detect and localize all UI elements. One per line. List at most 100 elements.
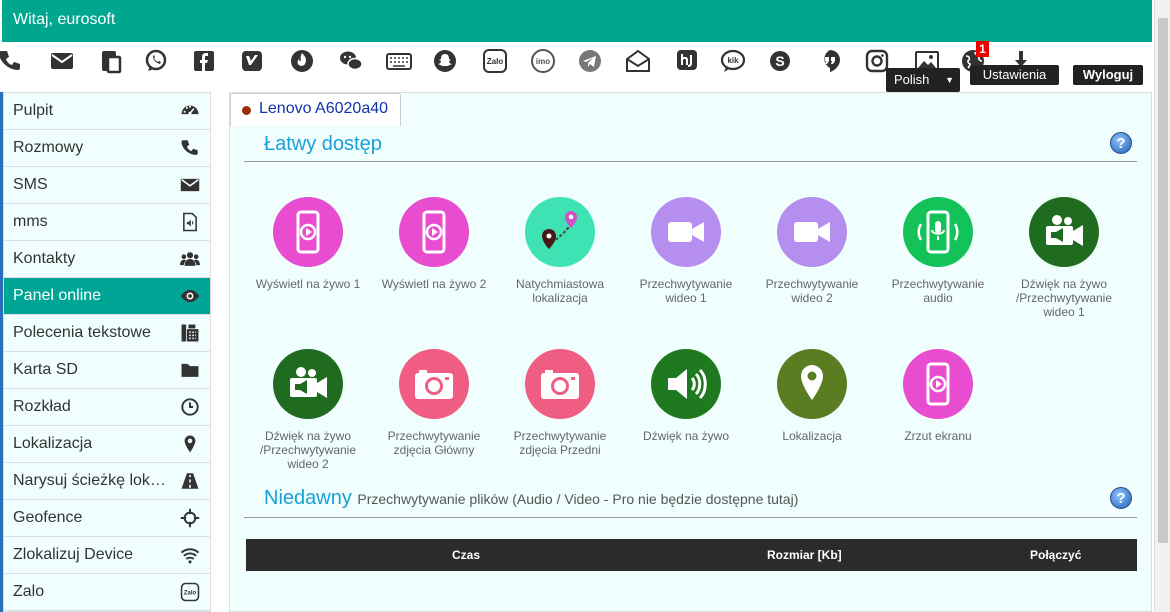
phone-icon[interactable] (0, 46, 25, 76)
sidebar-item[interactable]: Karta SD (4, 352, 210, 389)
feature-tile[interactable]: Zrzut ekranu (882, 349, 994, 443)
hike-icon[interactable] (672, 46, 702, 76)
feature-tile[interactable]: Przechwytywanie zdjęcia Przedni (504, 349, 616, 457)
speaker-icon[interactable] (651, 349, 721, 419)
feature-label: Dźwięk na żywo (642, 429, 730, 443)
camera-icon[interactable] (525, 349, 595, 419)
mail-icon-svg (51, 53, 73, 69)
zalo-icon: Zalo (180, 582, 200, 602)
eye-icon (180, 286, 200, 306)
wechat-icon[interactable] (336, 46, 366, 76)
column-header-time[interactable]: Czas (452, 548, 480, 562)
sidebar-item[interactable]: Zlokalizuj Device (4, 537, 210, 574)
help-icon[interactable]: ? (1110, 132, 1132, 154)
sidebar-item-label: Pulpit (13, 102, 54, 119)
phone-mic-icon[interactable] (903, 197, 973, 267)
users-icon (180, 249, 200, 269)
video-camera-icon-svg (668, 222, 704, 242)
users-icon-svg (180, 252, 200, 266)
map-path-icon[interactable] (525, 197, 595, 267)
imo-icon[interactable]: imo (528, 46, 558, 76)
sidebar-item[interactable]: Lokalizacja (4, 426, 210, 463)
logout-button[interactable]: Wyloguj (1073, 65, 1143, 85)
keyboard-icon[interactable] (384, 46, 414, 76)
skype-icon[interactable]: S (765, 46, 795, 76)
device-tab[interactable]: Lenovo A6020a40 (230, 93, 401, 126)
feature-tile[interactable]: Dźwięk na żywo /Przechwytywanie wideo 2 (252, 349, 364, 471)
phone-play-icon-svg (296, 210, 320, 254)
hangouts-icon[interactable] (815, 46, 845, 76)
feature-tile[interactable]: Przechwytywanie zdjęcia Główny (378, 349, 490, 457)
map-pin-icon[interactable] (777, 349, 847, 419)
sidebar-item[interactable]: Kontakty (4, 241, 210, 278)
feature-tile[interactable]: Wyświetl na żywo 1 (252, 197, 364, 291)
greeting-text: Witaj, eurosoft (13, 11, 116, 28)
zalo-icon[interactable]: Zalo (480, 46, 510, 76)
zalo-icon-svg: Zalo (483, 49, 507, 73)
svg-text:kik: kik (727, 56, 739, 65)
column-header-connect[interactable]: Połączyć (1030, 548, 1081, 562)
column-header-size[interactable]: Rozmiar [Kb] (767, 548, 842, 562)
sidebar-item[interactable]: SMS (4, 167, 210, 204)
help-icon[interactable]: ? (1110, 487, 1132, 509)
clipboard-icon[interactable] (96, 46, 126, 76)
sidebar-item[interactable]: Panel online (4, 278, 210, 315)
feature-tile[interactable]: Dźwięk na żywo /Przechwytywanie wideo 1 (1008, 197, 1120, 319)
snapchat-icon[interactable] (430, 46, 460, 76)
feature-tile[interactable]: Przechwytywanie audio (882, 197, 994, 305)
clipboard-icon-svg (102, 51, 122, 74)
fax-icon (180, 323, 200, 343)
sidebar-item[interactable]: Zalo Zalo (4, 574, 210, 611)
feature-label: Wyświetl na żywo 2 (381, 277, 487, 291)
phone-play-icon[interactable] (399, 197, 469, 267)
sidebar-item[interactable]: Geofence (4, 500, 210, 537)
sidebar-item[interactable]: mms (4, 204, 210, 241)
scrollbar-thumb[interactable] (1158, 18, 1168, 543)
feature-tile[interactable]: Przechwytywanie wideo 1 (630, 197, 742, 305)
top-header: Witaj, eurosoft (2, 0, 1152, 42)
sidebar-item[interactable]: Pulpit (4, 93, 210, 130)
sidebar-item[interactable]: Polecenia tekstowe (4, 315, 210, 352)
mail-icon[interactable] (47, 46, 77, 76)
easy-access-title: Łatwy dostęp (264, 133, 382, 155)
email-open-icon[interactable] (623, 46, 653, 76)
video-camera-icon[interactable] (651, 197, 721, 267)
facebook-icon-svg (194, 51, 214, 71)
viber-icon[interactable] (237, 46, 267, 76)
kik-icon[interactable]: kik (718, 46, 748, 76)
whatsapp-icon[interactable] (141, 46, 171, 76)
video-camera-icon[interactable] (777, 197, 847, 267)
telegram-icon[interactable] (575, 46, 605, 76)
recent-table-header: Czas Rozmiar [Kb] Połączyć (246, 539, 1137, 571)
main-panel: Lenovo A6020a40 Łatwy dostęp ? Wyświetl … (229, 92, 1152, 612)
tinder-icon[interactable] (287, 46, 317, 76)
crosshairs-icon (180, 508, 200, 528)
phone-play-icon[interactable] (903, 349, 973, 419)
map-marker-icon-svg (184, 435, 196, 453)
phone-play-icon-svg (422, 210, 446, 254)
sidebar-item[interactable]: Rozkład (4, 389, 210, 426)
feature-tile[interactable]: Dźwięk na żywo (630, 349, 742, 443)
page-scrollbar[interactable] (1154, 0, 1170, 612)
phone-icon (180, 138, 200, 158)
feature-tile[interactable]: Przechwytywanie wideo 2 (756, 197, 868, 305)
facebook-icon[interactable] (189, 46, 219, 76)
phone-play-icon[interactable] (273, 197, 343, 267)
feature-tile[interactable]: Wyświetl na żywo 2 (378, 197, 490, 291)
audio-file-icon (180, 212, 200, 232)
sidebar: Pulpit Rozmowy SMS mms Kontakty Panel online P… (3, 92, 211, 612)
language-select[interactable]: Polish ▼ (886, 68, 960, 92)
map-pin-icon-svg (801, 365, 823, 400)
sidebar-item[interactable]: Rozmowy (4, 130, 210, 167)
sidebar-item-label: Zlokalizuj Device (13, 546, 134, 563)
sidebar-item-label: Geofence (13, 509, 83, 526)
settings-button[interactable]: Ustawienia (970, 65, 1059, 85)
feature-tile[interactable]: Lokalizacja (756, 349, 868, 443)
camera-icon-svg (541, 370, 579, 399)
sidebar-item[interactable]: Narysuj ścieżkę lok… (4, 463, 210, 500)
megaphone-camera-icon[interactable] (273, 349, 343, 419)
recent-subtitle: Przechwytywanie plików (Audio / Video - … (357, 491, 799, 507)
megaphone-camera-icon[interactable] (1029, 197, 1099, 267)
camera-icon[interactable] (399, 349, 469, 419)
feature-tile[interactable]: Natychmiastowa lokalizacja (504, 197, 616, 305)
